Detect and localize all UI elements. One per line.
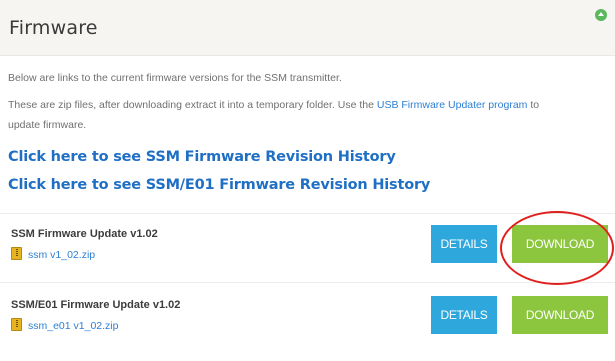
zip-file-icon xyxy=(11,318,22,331)
firmware-file-link[interactable]: ssm v1_02.zip xyxy=(28,249,95,261)
panel-header: Firmware xyxy=(0,0,615,56)
intro-text-before-link: These are zip files, after downloading e… xyxy=(8,99,377,111)
collapse-icon[interactable] xyxy=(595,9,607,21)
intro-text-line-1: Below are links to the current firmware … xyxy=(8,72,342,84)
ssm-revision-history-link[interactable]: Click here to see SSM Firmware Revision … xyxy=(8,149,396,165)
firmware-title: SSM Firmware Update v1.02 xyxy=(11,228,158,240)
intro-text-after-link: to xyxy=(527,99,540,111)
intro-text-line-3: update firmware. xyxy=(8,119,87,131)
page-title: Firmware xyxy=(9,17,98,39)
download-button[interactable]: DOWNLOAD xyxy=(512,296,608,334)
download-button[interactable]: DOWNLOAD xyxy=(512,225,608,263)
firmware-row-ssm: SSM Firmware Update v1.02 ssm v1_02.zip … xyxy=(0,225,615,290)
firmware-file-link[interactable]: ssm_e01 v1_02.zip xyxy=(28,320,118,332)
details-button[interactable]: DETAILS xyxy=(431,296,497,334)
details-button[interactable]: DETAILS xyxy=(431,225,497,263)
ssm-e01-revision-history-link[interactable]: Click here to see SSM/E01 Firmware Revis… xyxy=(8,177,430,193)
zip-file-icon xyxy=(11,247,22,260)
divider xyxy=(0,213,615,214)
usb-firmware-updater-link[interactable]: USB Firmware Updater program xyxy=(377,99,528,111)
intro-text-line-2: These are zip files, after downloading e… xyxy=(8,97,608,113)
firmware-title: SSM/E01 Firmware Update v1.02 xyxy=(11,299,181,311)
divider xyxy=(0,282,615,283)
